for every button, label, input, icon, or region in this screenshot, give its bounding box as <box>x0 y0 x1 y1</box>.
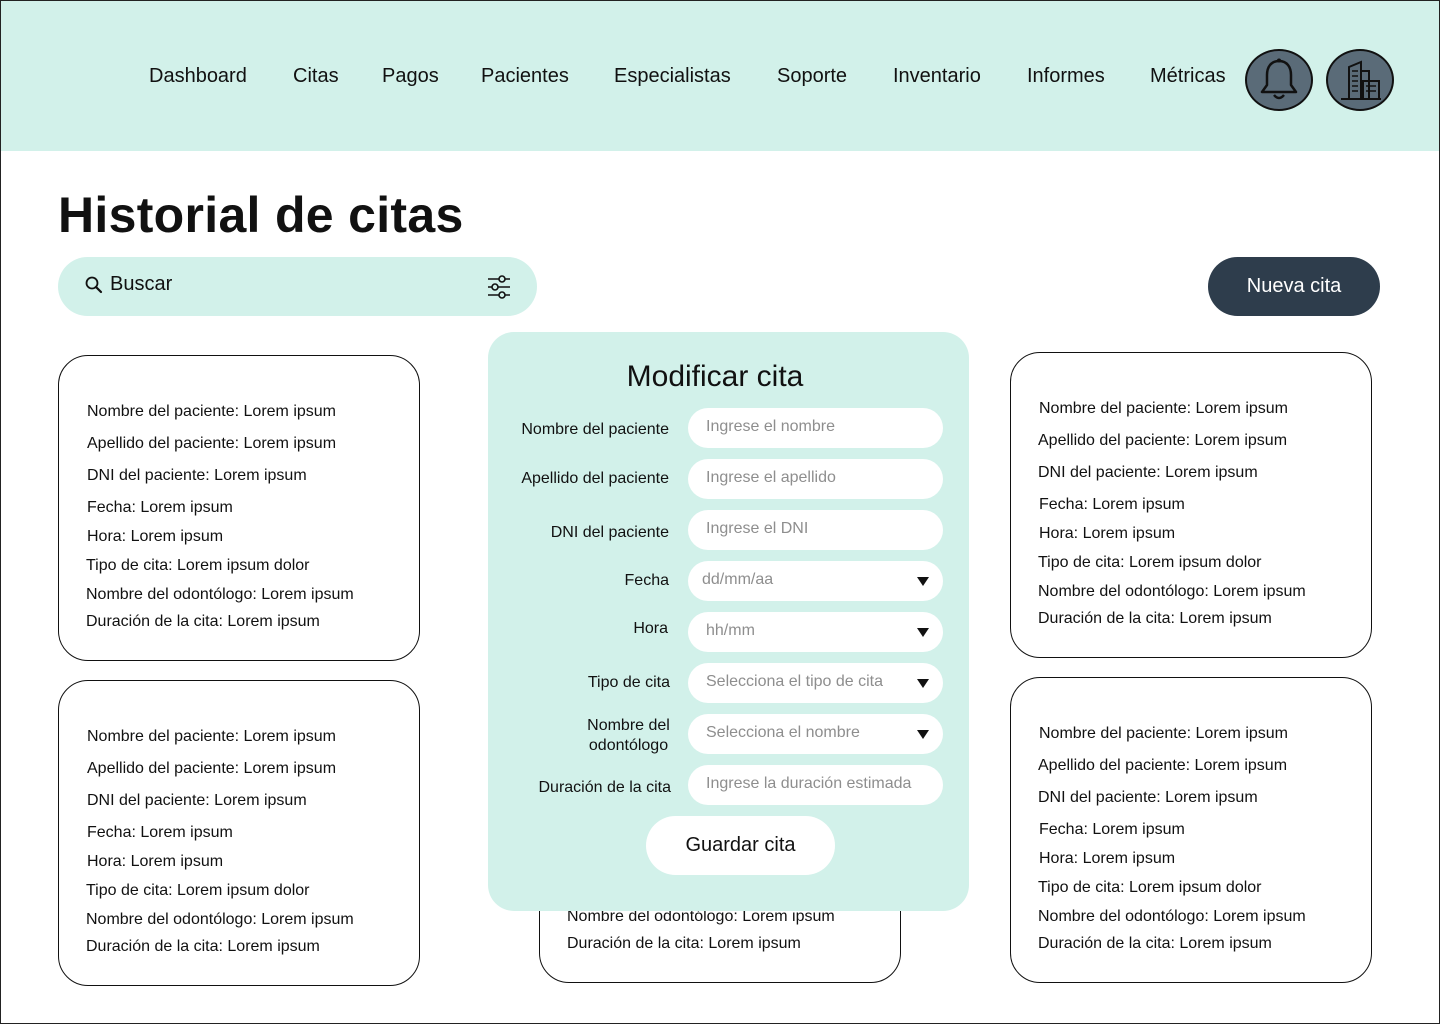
card-duration: Duración de la cita: Lorem ipsum <box>1038 935 1272 952</box>
card-patient-name: Nombre del paciente: Lorem ipsum <box>1039 400 1289 417</box>
time-placeholder: hh/mm <box>706 622 755 639</box>
new-appointment-button[interactable]: Nueva cita <box>1208 257 1380 316</box>
chevron-down-icon <box>917 577 929 586</box>
card-patient-lastname: Apellido del paciente: Lorem ipsum <box>1038 432 1288 449</box>
nav-item-informes[interactable]: Informes <box>1027 65 1105 88</box>
card-type: Tipo de cita: Lorem ipsum dolor <box>86 557 310 574</box>
page-title: Historial de citas <box>58 187 464 243</box>
chevron-down-icon <box>917 679 929 688</box>
nav-item-pagos[interactable]: Pagos <box>382 65 439 88</box>
appointment-type-select[interactable]: Selecciona el tipo de cita <box>688 663 943 703</box>
label-dentist-line2: odontólogo <box>588 737 669 754</box>
appointment-card[interactable]: Nombre del paciente: Lorem ipsum Apellid… <box>1010 352 1372 658</box>
card-time: Hora: Lorem ipsum <box>87 853 224 870</box>
card-patient-lastname: Apellido del paciente: Lorem ipsum <box>87 760 337 777</box>
card-dentist: Nombre del odontólogo: Lorem ipsum <box>86 586 354 603</box>
nav-item-inventario[interactable]: Inventario <box>893 65 981 88</box>
patient-lastname-input[interactable]: Ingrese el apellido <box>688 459 943 499</box>
appointment-card[interactable]: Nombre del paciente: Lorem ipsum Apellid… <box>1010 677 1372 983</box>
card-type: Tipo de cita: Lorem ipsum dolor <box>86 882 310 899</box>
card-dentist: Nombre del odontólogo: Lorem ipsum <box>1038 908 1306 925</box>
label-patient-dni: DNI del paciente <box>550 524 669 541</box>
patient-lastname-placeholder: Ingrese el apellido <box>706 469 836 486</box>
card-duration: Duración de la cita: Lorem ipsum <box>86 613 320 630</box>
dentist-placeholder: Selecciona el nombre <box>706 724 860 741</box>
label-patient-lastname: Apellido del paciente <box>521 470 669 487</box>
nav-item-soporte[interactable]: Soporte <box>777 65 847 88</box>
card-patient-dni: DNI del paciente: Lorem ipsum <box>87 467 307 484</box>
card-duration: Duración de la cita: Lorem ipsum <box>1038 610 1272 627</box>
card-duration: Duración de la cita: Lorem ipsum <box>86 938 320 955</box>
notifications-button[interactable] <box>1245 49 1313 111</box>
save-appointment-button[interactable]: Guardar cita <box>646 816 835 875</box>
dentist-select[interactable]: Selecciona el nombre <box>688 714 943 754</box>
appointment-type-placeholder: Selecciona el tipo de cita <box>706 673 883 690</box>
card-type: Tipo de cita: Lorem ipsum dolor <box>1038 879 1262 896</box>
card-patient-name: Nombre del paciente: Lorem ipsum <box>1039 725 1289 742</box>
card-patient-lastname: Apellido del paciente: Lorem ipsum <box>87 435 337 452</box>
date-select[interactable]: dd/mm/aa <box>688 561 943 601</box>
top-navigation-bar: Dashboard Citas Pagos Pacientes Especial… <box>1 1 1439 151</box>
card-patient-name: Nombre del paciente: Lorem ipsum <box>87 728 337 745</box>
card-date: Fecha: Lorem ipsum <box>87 824 233 841</box>
building-icon <box>1341 60 1381 100</box>
date-placeholder: dd/mm/aa <box>702 571 774 588</box>
search-input[interactable]: Buscar <box>110 273 172 296</box>
card-time: Hora: Lorem ipsum <box>1039 850 1176 867</box>
card-patient-dni: DNI del paciente: Lorem ipsum <box>1038 464 1258 481</box>
card-patient-name: Nombre del paciente: Lorem ipsum <box>87 403 337 420</box>
label-duration: Duración de la cita <box>538 779 671 796</box>
duration-placeholder: Ingrese la duración estimada <box>706 775 912 792</box>
card-time: Hora: Lorem ipsum <box>87 528 224 545</box>
nav-item-especialistas[interactable]: Especialistas <box>614 65 731 88</box>
card-patient-dni: DNI del paciente: Lorem ipsum <box>87 792 307 809</box>
nav-item-metricas[interactable]: Métricas <box>1150 65 1226 88</box>
label-appointment-type: Tipo de cita <box>587 674 670 691</box>
edit-appointment-modal: Modificar cita Nombre del paciente Ingre… <box>488 332 969 911</box>
chevron-down-icon <box>917 628 929 637</box>
card-type: Tipo de cita: Lorem ipsum dolor <box>1038 554 1262 571</box>
modal-title: Modificar cita <box>626 360 804 393</box>
time-select[interactable]: hh/mm <box>688 612 943 652</box>
card-duration: Duración de la cita: Lorem ipsum <box>567 935 801 952</box>
label-patient-name: Nombre del paciente <box>521 421 669 438</box>
card-date: Fecha: Lorem ipsum <box>1039 821 1185 838</box>
card-date: Fecha: Lorem ipsum <box>87 499 233 516</box>
duration-input[interactable]: Ingrese la duración estimada <box>688 765 943 805</box>
label-dentist-line1: Nombre del <box>587 717 670 734</box>
patient-dni-placeholder: Ingrese el DNI <box>706 520 809 537</box>
card-date: Fecha: Lorem ipsum <box>1039 496 1185 513</box>
patient-name-input[interactable]: Ingrese el nombre <box>688 408 943 448</box>
clinic-profile-button[interactable] <box>1326 49 1394 111</box>
appointment-card[interactable]: Nombre del paciente: Lorem ipsum Apellid… <box>58 355 420 661</box>
label-date: Fecha <box>624 572 669 589</box>
label-dentist-name: Nombre del odontólogo <box>488 716 673 756</box>
search-bar[interactable]: Buscar <box>58 257 537 316</box>
card-time: Hora: Lorem ipsum <box>1039 525 1176 542</box>
label-time: Hora <box>633 620 668 637</box>
nav-item-dashboard[interactable]: Dashboard <box>149 65 247 88</box>
nav-item-citas[interactable]: Citas <box>293 65 339 88</box>
card-dentist: Nombre del odontólogo: Lorem ipsum <box>1038 583 1306 600</box>
search-icon <box>85 276 103 294</box>
nav-item-pacientes[interactable]: Pacientes <box>481 65 569 88</box>
patient-dni-input[interactable]: Ingrese el DNI <box>688 510 943 550</box>
card-patient-dni: DNI del paciente: Lorem ipsum <box>1038 789 1258 806</box>
card-dentist: Nombre del odontólogo: Lorem ipsum <box>86 911 354 928</box>
sliders-icon[interactable] <box>486 274 512 300</box>
card-patient-lastname: Apellido del paciente: Lorem ipsum <box>1038 757 1288 774</box>
chevron-down-icon <box>917 730 929 739</box>
appointment-card[interactable]: Nombre del paciente: Lorem ipsum Apellid… <box>58 680 420 986</box>
patient-name-placeholder: Ingrese el nombre <box>706 418 835 435</box>
bell-icon <box>1260 58 1298 100</box>
